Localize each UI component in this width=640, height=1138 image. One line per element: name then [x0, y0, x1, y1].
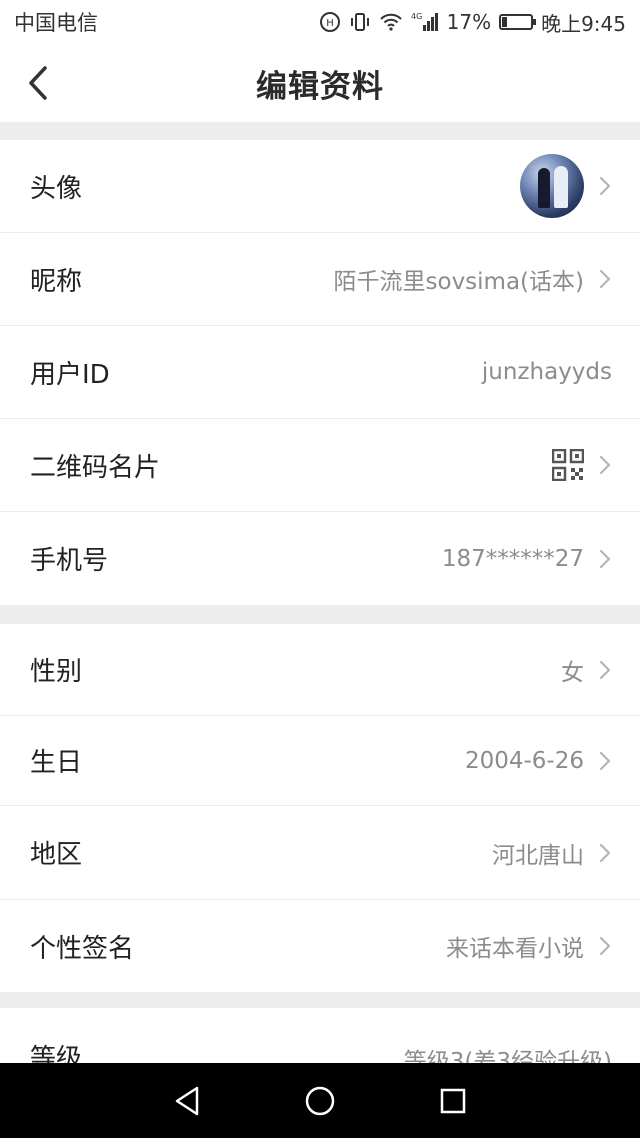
carrier-name: 中国电信	[14, 11, 98, 35]
svg-text:H: H	[326, 18, 334, 29]
row-label: 手机号	[30, 546, 109, 576]
row-level[interactable]: 等级 等级3(差3经验升级)	[0, 1008, 640, 1063]
svg-text:4G: 4G	[411, 12, 422, 21]
page-title: 编辑资料	[256, 68, 384, 105]
data-saver-icon: H	[319, 11, 341, 33]
row-label: 二维码名片	[30, 452, 161, 483]
wifi-icon	[379, 12, 403, 32]
profile-basic-group: 头像 昵称 陌千流里sovsima(话本) 用户ID junzhayyds 二维…	[0, 140, 640, 605]
level-value: 等级3(差3经验升级)	[403, 1049, 612, 1063]
header: 编辑资料	[0, 44, 640, 122]
chevron-right-icon	[599, 660, 611, 679]
avatar	[520, 154, 584, 218]
row-user-id: 用户ID junzhayyds	[0, 326, 640, 419]
system-recent-button[interactable]	[431, 1079, 475, 1123]
chevron-right-icon	[599, 269, 611, 289]
region-value: 河北唐山	[492, 842, 584, 869]
row-label: 等级	[30, 1044, 83, 1063]
battery-level-fill	[502, 17, 508, 27]
status-icons: H 4G 17% 晚上9:45	[319, 8, 626, 37]
battery-percent: 17%	[446, 10, 492, 34]
birthday-value: 2004-6-26	[464, 747, 584, 774]
chevron-right-icon	[599, 843, 611, 862]
back-button[interactable]	[18, 63, 58, 103]
system-navigation-bar	[0, 1063, 640, 1138]
row-avatar[interactable]: 头像	[0, 140, 640, 233]
row-nickname[interactable]: 昵称 陌千流里sovsima(话本)	[0, 233, 640, 326]
vibrate-icon	[349, 11, 371, 33]
row-label: 地区	[30, 840, 83, 870]
chevron-right-icon	[599, 751, 611, 770]
row-phone[interactable]: 手机号 187******27	[0, 512, 640, 605]
signature-value: 来话本看小说	[446, 936, 584, 962]
row-label: 生日	[30, 748, 83, 778]
circle-home-icon	[305, 1086, 335, 1115]
row-region[interactable]: 地区 河北唐山	[0, 806, 640, 900]
battery-icon	[499, 14, 537, 30]
profile-level-group: 等级 等级3(差3经验升级)	[0, 1008, 640, 1063]
chevron-left-icon	[29, 66, 47, 100]
row-gender[interactable]: 性别 女	[0, 624, 640, 716]
row-label: 昵称	[30, 266, 83, 297]
triangle-back-icon	[175, 1086, 198, 1115]
chevron-right-icon	[599, 176, 611, 196]
row-birthday[interactable]: 生日 2004-6-26	[0, 716, 640, 806]
cell-signal-icon: 4G	[411, 11, 439, 33]
phone-value: 187******27	[441, 545, 584, 572]
chevron-right-icon	[599, 936, 611, 956]
square-recent-icon	[441, 1088, 466, 1113]
row-label: 个性签名	[30, 933, 135, 964]
gender-value: 女	[561, 659, 584, 686]
row-signature[interactable]: 个性签名 来话本看小说	[0, 900, 640, 992]
clock: 晚上9:45	[541, 11, 626, 36]
row-qr-card[interactable]: 二维码名片	[0, 419, 640, 512]
row-label: 头像	[30, 173, 83, 204]
status-bar: 中国电信 H 4G 17% 晚上9:45	[0, 0, 640, 44]
user-id-value: junzhayyds	[481, 359, 612, 385]
row-label: 用户ID	[30, 359, 110, 390]
profile-personal-group: 性别 女 生日 2004-6-26 地区 河北唐山 个性签名 来话本看小说	[0, 624, 640, 992]
chevron-right-icon	[599, 455, 611, 475]
chevron-right-icon	[599, 549, 611, 568]
row-label: 性别	[30, 657, 83, 687]
qr-code-icon	[552, 449, 584, 481]
system-home-button[interactable]	[298, 1079, 342, 1123]
nickname-value: 陌千流里sovsima(话本)	[333, 269, 584, 295]
system-back-button[interactable]	[165, 1079, 209, 1123]
